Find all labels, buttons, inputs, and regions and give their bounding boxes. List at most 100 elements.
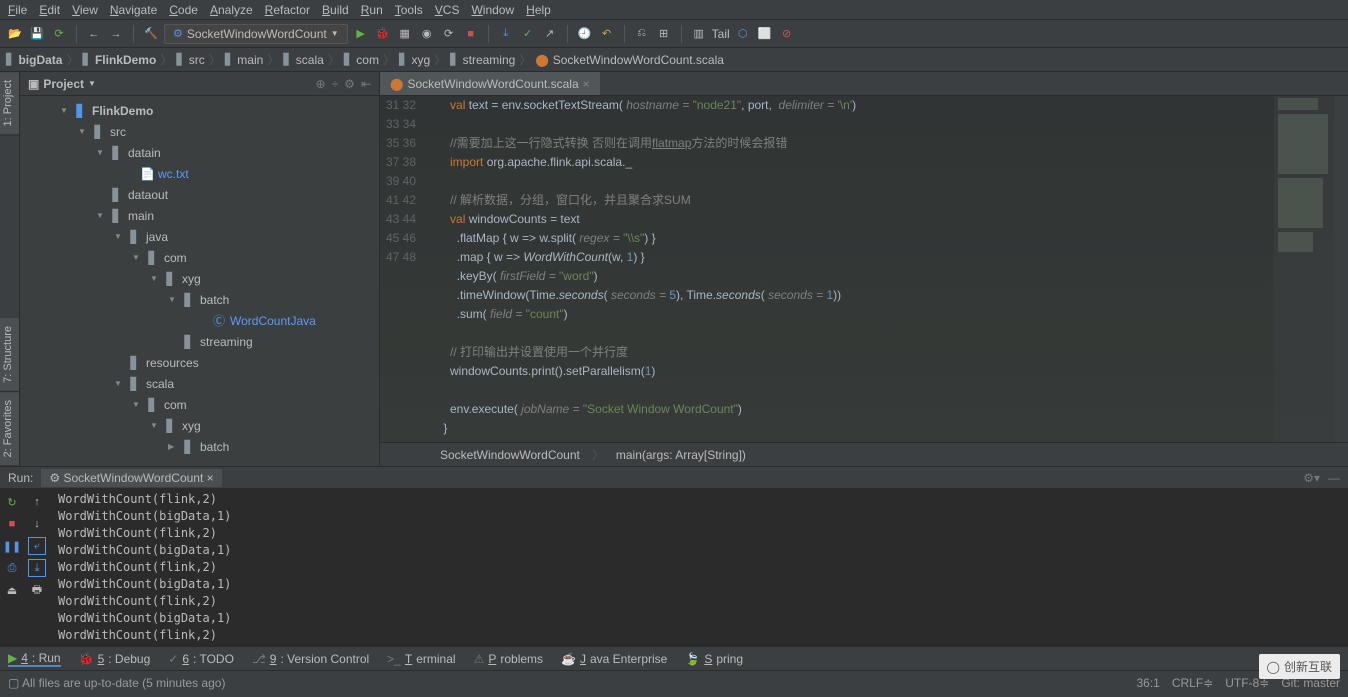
bottom-tab-6-TODO[interactable]: ✓ 6: TODO xyxy=(168,652,234,666)
tab-favorites[interactable]: 2: Favorites xyxy=(0,392,19,466)
menu-tools[interactable]: Tools xyxy=(395,3,423,17)
stop2-icon[interactable]: ⊘ xyxy=(778,25,796,43)
project-tree[interactable]: ▼▋FlinkDemo▼▋src▼▋datain📄wc.txt▋dataout▼… xyxy=(20,96,379,466)
dump-icon[interactable]: ⎙ xyxy=(3,559,21,577)
debug-icon[interactable]: 🐞 xyxy=(374,25,392,43)
menu-file[interactable]: File xyxy=(8,3,27,17)
bottom-tab-Problems[interactable]: ⚠ Problems xyxy=(474,652,543,666)
tree-java[interactable]: ▼▋java xyxy=(20,226,379,247)
run-config-select[interactable]: SocketWindowWordCount ▼ xyxy=(164,24,348,44)
locate-icon[interactable]: ⊕ xyxy=(316,77,326,91)
up-icon[interactable]: ↑ xyxy=(28,493,46,511)
run-output[interactable]: WordWithCount(flink,2) WordWithCount(big… xyxy=(50,489,1348,646)
tree-datain[interactable]: ▼▋datain xyxy=(20,142,379,163)
tab-structure[interactable]: 7: Structure xyxy=(0,318,19,392)
run-icon[interactable]: ▶ xyxy=(352,25,370,43)
menu-navigate[interactable]: Navigate xyxy=(110,3,157,17)
caret-pos[interactable]: 36:1 xyxy=(1136,676,1159,690)
crumb-main[interactable]: ▋ main xyxy=(225,53,263,67)
settings-icon[interactable]: ⚙ xyxy=(344,77,355,91)
tree-batch[interactable]: ▶▋batch xyxy=(20,436,379,457)
tool3-icon[interactable]: ▥ xyxy=(690,25,708,43)
menu-code[interactable]: Code xyxy=(169,3,198,17)
revert-icon[interactable]: ↶ xyxy=(598,25,616,43)
tree-src[interactable]: ▼▋src xyxy=(20,121,379,142)
forward-icon[interactable]: → xyxy=(107,25,125,43)
menu-edit[interactable]: Edit xyxy=(39,3,60,17)
crumb-xyg[interactable]: ▋ xyg xyxy=(399,53,430,67)
tab-project[interactable]: 1: Project xyxy=(0,72,19,135)
tree-dataout[interactable]: ▋dataout xyxy=(20,184,379,205)
commit-icon[interactable]: ✓ xyxy=(519,25,537,43)
run-hide-icon[interactable]: — xyxy=(1328,471,1340,485)
tree-com[interactable]: ▼▋com xyxy=(20,394,379,415)
tool2-icon[interactable]: ⊞ xyxy=(655,25,673,43)
code-editor[interactable]: val text = env.socketTextStream( hostnam… xyxy=(430,96,1274,442)
coverage-icon[interactable]: ▦ xyxy=(396,25,414,43)
editor-breadcrumb[interactable]: SocketWindowWordCount〉main(args: Array[S… xyxy=(380,442,1348,466)
attach-icon[interactable]: ⟳ xyxy=(440,25,458,43)
menu-vcs[interactable]: VCS xyxy=(435,3,460,17)
tail-label[interactable]: Tail xyxy=(712,27,730,41)
crumb-streaming[interactable]: ▋ streaming xyxy=(450,53,515,67)
stop-icon[interactable]: ■ xyxy=(462,25,480,43)
wrap-icon[interactable]: ⤶ xyxy=(28,537,46,555)
pause-icon[interactable]: ❚❚ xyxy=(3,537,21,555)
editor-tab[interactable]: ⬤ SocketWindowWordCount.scala × xyxy=(380,72,600,95)
profile-icon[interactable]: ◉ xyxy=(418,25,436,43)
hide-icon[interactable]: ⇤ xyxy=(361,77,371,91)
push-icon[interactable]: ↗ xyxy=(541,25,559,43)
menu-build[interactable]: Build xyxy=(322,3,349,17)
menu-window[interactable]: Window xyxy=(471,3,514,17)
crumb-bigData[interactable]: ▋ bigData xyxy=(6,53,62,67)
build-icon[interactable]: 🔨 xyxy=(142,25,160,43)
tool1-icon[interactable]: ⎌ xyxy=(633,25,651,43)
bottom-tab-Terminal[interactable]: >_ Terminal xyxy=(387,652,455,666)
back-icon[interactable]: ← xyxy=(85,25,103,43)
project-title[interactable]: ▣ Project ▼ xyxy=(28,77,96,91)
tool5-icon[interactable]: ⬜ xyxy=(756,25,774,43)
menu-view[interactable]: View xyxy=(72,3,98,17)
bottom-tab-5-Debug[interactable]: 🐞 5: Debug xyxy=(79,652,151,666)
menu-analyze[interactable]: Analyze xyxy=(210,3,253,17)
bottom-tab-Spring[interactable]: 🍃 Spring xyxy=(685,652,743,666)
run-settings-icon[interactable]: ⚙▾ xyxy=(1303,471,1320,485)
open-icon[interactable]: 📂 xyxy=(6,25,24,43)
error-stripe[interactable] xyxy=(1334,96,1348,442)
tree-xyg[interactable]: ▼▋xyg xyxy=(20,415,379,436)
down-icon[interactable]: ↓ xyxy=(28,515,46,533)
run-tab[interactable]: ⚙ SocketWindowWordCount × xyxy=(41,469,221,487)
tool4-icon[interactable]: ⬡ xyxy=(734,25,752,43)
tree-com[interactable]: ▼▋com xyxy=(20,247,379,268)
rerun-icon[interactable]: ↻ xyxy=(3,493,21,511)
line-sep[interactable]: CRLF≑ xyxy=(1172,676,1213,690)
bottom-tab-Java-Enterprise[interactable]: ☕ Java Enterprise xyxy=(561,652,667,666)
crumb-scala[interactable]: ▋ scala xyxy=(283,53,323,67)
tree-FlinkDemo[interactable]: ▼▋FlinkDemo xyxy=(20,100,379,121)
tree-main[interactable]: ▼▋main xyxy=(20,205,379,226)
exit-icon[interactable]: ⏏ xyxy=(3,581,21,599)
print-icon[interactable]: 🖶 xyxy=(28,581,46,599)
tree-scala[interactable]: ▼▋scala xyxy=(20,373,379,394)
minimap[interactable] xyxy=(1274,96,1334,442)
menu-help[interactable]: Help xyxy=(526,3,551,17)
bottom-tab-9-Version-Control[interactable]: ⎇ 9: Version Control xyxy=(252,652,369,666)
tree-WordCountJava[interactable]: ⒸWordCountJava xyxy=(20,310,379,331)
bottom-tab-4-Run[interactable]: ▶ 4: Run xyxy=(8,651,61,667)
history-icon[interactable]: 🕘 xyxy=(576,25,594,43)
save-icon[interactable]: 💾 xyxy=(28,25,46,43)
stop-run-icon[interactable]: ■ xyxy=(3,515,21,533)
tree-wc.txt[interactable]: 📄wc.txt xyxy=(20,163,379,184)
vcs-icon[interactable]: ⤓ xyxy=(497,25,515,43)
tree-batch[interactable]: ▼▋batch xyxy=(20,289,379,310)
crumb-src[interactable]: ▋ src xyxy=(176,53,204,67)
tree-resources[interactable]: ▋resources xyxy=(20,352,379,373)
menu-run[interactable]: Run xyxy=(361,3,383,17)
menu-refactor[interactable]: Refactor xyxy=(265,3,310,17)
crumb-FlinkDemo[interactable]: ▋ FlinkDemo xyxy=(83,53,157,67)
tree-xyg[interactable]: ▼▋xyg xyxy=(20,268,379,289)
close-tab-icon[interactable]: × xyxy=(583,77,590,91)
expand-icon[interactable]: ÷ xyxy=(332,77,339,91)
crumb-SocketWindowWordCount.scala[interactable]: ⬤ SocketWindowWordCount.scala xyxy=(535,53,724,67)
refresh-icon[interactable]: ⟳ xyxy=(50,25,68,43)
